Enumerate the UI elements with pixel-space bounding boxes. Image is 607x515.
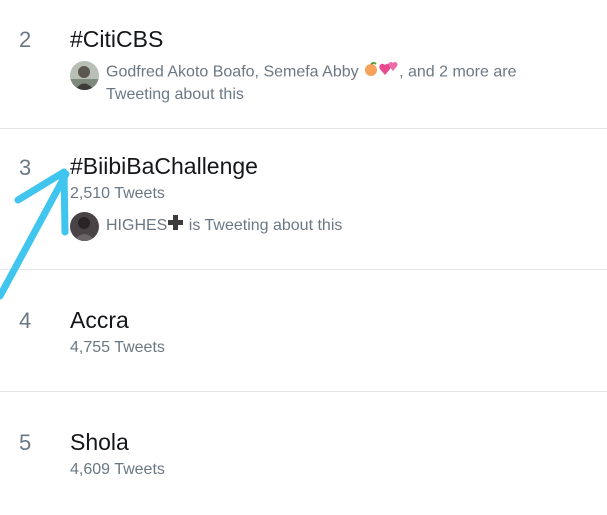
- trend-item-biibibachallenge[interactable]: 3 #BiibiBaChallenge 2,510 Tweets HIGHES …: [0, 129, 607, 270]
- trend-name: Accra: [70, 307, 129, 333]
- trend-item-accra[interactable]: 4 Accra 4,755 Tweets: [0, 270, 607, 392]
- tweet-count: 2,510 Tweets: [70, 185, 165, 202]
- context-people: Godfred Akoto Boafo, Semefa Abby: [106, 63, 359, 81]
- trend-rank: 4: [19, 308, 32, 333]
- tweet-count: 4,755 Tweets: [70, 339, 165, 356]
- trend-item-shola[interactable]: 5 Shola 4,609 Tweets: [0, 392, 607, 515]
- profile-photo-icon: [70, 212, 99, 241]
- trend-rank: 5: [19, 430, 32, 455]
- context-suffix: is Tweeting about this: [184, 217, 343, 235]
- trend-context-text: Godfred Akoto Boafo, Semefa Abby , and 2…: [106, 61, 576, 106]
- trend-name: #BiibiBaChallenge: [70, 153, 258, 179]
- trend-context-text: HIGHES is Tweeting about this: [106, 214, 576, 238]
- tweet-count: 4,609 Tweets: [70, 461, 165, 478]
- trend-name: #CitiCBS: [70, 26, 164, 52]
- trends-list: 2 #CitiCBS Godfred Akoto Boafo, Semefa A…: [0, 0, 607, 515]
- peach-icon: [363, 61, 379, 84]
- heavy-plus-icon: [167, 214, 184, 238]
- trend-rank: 2: [19, 27, 32, 52]
- trend-item-citicbs[interactable]: 2 #CitiCBS Godfred Akoto Boafo, Semefa A…: [0, 0, 607, 129]
- trend-context: Godfred Akoto Boafo, Semefa Abby , and 2…: [70, 61, 576, 106]
- trend-rank: 3: [19, 155, 32, 180]
- trend-name: Shola: [70, 429, 129, 455]
- two-hearts-icon: [379, 61, 399, 84]
- profile-photo-icon: [70, 61, 99, 90]
- trend-context: HIGHES is Tweeting about this: [70, 212, 576, 241]
- context-people: HIGHES: [106, 217, 168, 235]
